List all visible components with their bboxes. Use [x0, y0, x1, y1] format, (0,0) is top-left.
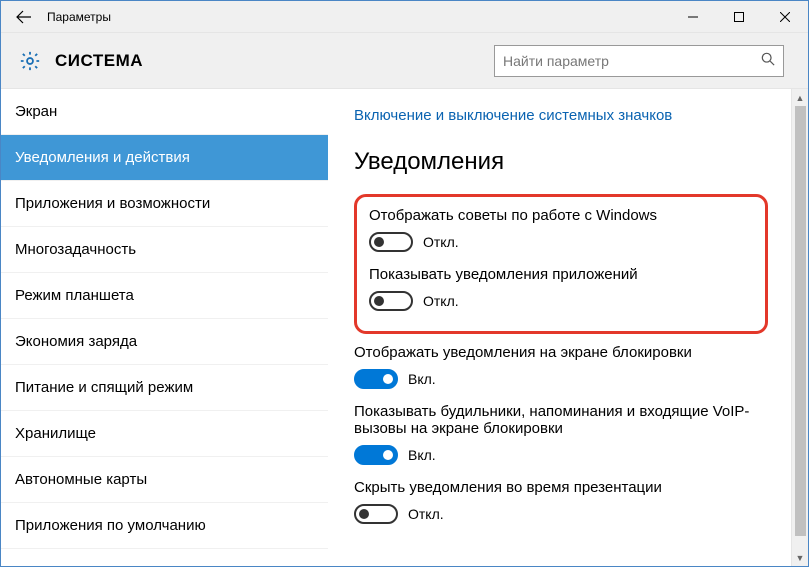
setting-label: Показывать уведомления приложений	[369, 266, 753, 283]
sidebar-item[interactable]: Экран	[1, 89, 328, 135]
setting: Отображать уведомления на экране блокиро…	[354, 344, 768, 389]
toggle-state-label: Вкл.	[408, 447, 436, 463]
setting-label: Отображать советы по работе с Windows	[369, 207, 753, 224]
category-title: СИСТЕМА	[55, 51, 143, 71]
toggle-switch[interactable]	[354, 504, 398, 524]
setting-label: Скрыть уведомления во время презентации	[354, 479, 768, 496]
system-icons-link[interactable]: Включение и выключение системных значков	[354, 107, 768, 124]
maximize-button[interactable]	[716, 1, 762, 33]
toggle-state-label: Откл.	[423, 234, 459, 250]
header: СИСТЕМА	[1, 33, 808, 89]
sidebar-item-label: Уведомления и действия	[15, 149, 190, 166]
back-arrow-icon	[16, 9, 32, 25]
highlight-box: Отображать советы по работе с Windows Отк…	[354, 194, 768, 334]
setting: Отображать советы по работе с Windows Отк…	[369, 207, 753, 252]
setting-label: Показывать будильники, напоминания и вхо…	[354, 403, 768, 437]
sidebar-item[interactable]: Режим планшета	[1, 273, 328, 319]
setting-label: Отображать уведомления на экране блокиро…	[354, 344, 768, 361]
scroll-down-arrow-icon[interactable]: ▼	[792, 549, 808, 566]
toggle-row: Вкл.	[354, 445, 768, 465]
gear-icon	[19, 50, 41, 72]
window-scroll-thumb[interactable]	[795, 106, 806, 536]
setting: Показывать будильники, напоминания и вхо…	[354, 403, 768, 465]
body: Экран Уведомления и действия Приложения и …	[1, 89, 808, 566]
toggle-switch[interactable]	[354, 369, 398, 389]
sidebar-item-label: Автономные карты	[15, 471, 147, 488]
sidebar-item-label: Питание и спящий режим	[15, 379, 193, 396]
sidebar-item[interactable]: Многозадачность	[1, 227, 328, 273]
toggle-knob	[383, 450, 393, 460]
back-button[interactable]	[1, 1, 47, 33]
toggle-switch[interactable]	[369, 232, 413, 252]
search-box[interactable]	[494, 45, 784, 77]
window-scrollbar[interactable]: ▲ ▼	[791, 89, 808, 566]
toggle-knob	[383, 374, 393, 384]
section-title: Уведомления	[354, 148, 768, 176]
maximize-icon	[734, 12, 744, 22]
sidebar: Экран Уведомления и действия Приложения и …	[1, 89, 328, 566]
scroll-up-arrow-icon[interactable]: ▲	[792, 89, 808, 106]
sidebar-item[interactable]: Экономия заряда	[1, 319, 328, 365]
sidebar-item[interactable]: Питание и спящий режим	[1, 365, 328, 411]
titlebar: Параметры	[1, 1, 808, 33]
toggle-knob	[374, 237, 384, 247]
search-input[interactable]	[503, 53, 761, 69]
setting: Скрыть уведомления во время презентации О…	[354, 479, 768, 524]
sidebar-item-label: Режим планшета	[15, 287, 134, 304]
window-title: Параметры	[47, 10, 111, 24]
sidebar-item-label: Приложения по умолчанию	[15, 517, 206, 534]
sidebar-item-label: Экран	[15, 103, 57, 120]
setting: Показывать уведомления приложений Откл.	[369, 266, 753, 311]
sidebar-item[interactable]: Приложения по умолчанию	[1, 503, 328, 549]
sidebar-item-label: Хранилище	[15, 425, 96, 442]
sidebar-item-label: Приложения и возможности	[15, 195, 210, 212]
content-pane: Включение и выключение системных значков…	[328, 89, 808, 566]
toggle-row: Откл.	[369, 291, 753, 311]
toggle-switch[interactable]	[354, 445, 398, 465]
toggle-state-label: Откл.	[423, 293, 459, 309]
sidebar-item-label: Экономия заряда	[15, 333, 137, 350]
sidebar-item[interactable]: Хранилище	[1, 411, 328, 457]
sidebar-item-label: Многозадачность	[15, 241, 136, 258]
close-button[interactable]	[762, 1, 808, 33]
minimize-button[interactable]	[670, 1, 716, 33]
toggle-state-label: Вкл.	[408, 371, 436, 387]
toggle-row: Откл.	[369, 232, 753, 252]
toggle-knob	[374, 296, 384, 306]
close-icon	[780, 12, 790, 22]
toggle-row: Вкл.	[354, 369, 768, 389]
sidebar-item[interactable]: Автономные карты	[1, 457, 328, 503]
toggle-knob	[359, 509, 369, 519]
toggle-switch[interactable]	[369, 291, 413, 311]
sidebar-item[interactable]: Приложения и возможности	[1, 181, 328, 227]
settings-window: Параметры СИСТЕМА	[0, 0, 809, 567]
search-icon	[761, 52, 775, 69]
sidebar-item[interactable]: Уведомления и действия	[1, 135, 328, 181]
minimize-icon	[688, 12, 698, 22]
toggle-row: Откл.	[354, 504, 768, 524]
toggle-state-label: Откл.	[408, 506, 444, 522]
